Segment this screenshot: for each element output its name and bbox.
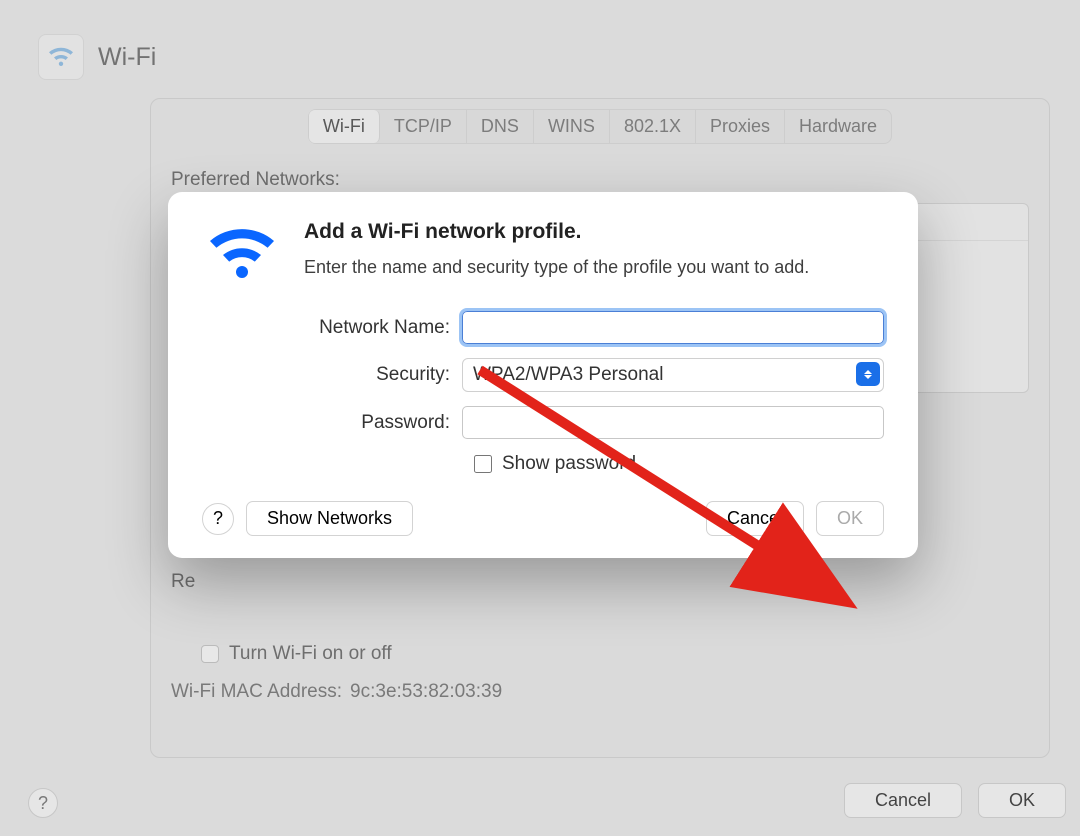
dialog-subtitle: Enter the name and security type of the … — [304, 254, 809, 280]
security-value: WPA2/WPA3 Personal — [473, 364, 663, 386]
show-password-checkbox[interactable] — [474, 455, 492, 473]
show-password-label: Show password — [502, 453, 636, 475]
password-input[interactable] — [462, 406, 884, 439]
security-label: Security: — [202, 364, 462, 386]
network-name-input[interactable] — [462, 311, 884, 344]
dialog-ok-button[interactable]: OK — [816, 501, 884, 536]
chevron-updown-icon — [856, 362, 880, 386]
add-wifi-profile-dialog: Add a Wi-Fi network profile. Enter the n… — [168, 192, 918, 558]
dialog-cancel-button[interactable]: Cancel — [706, 501, 804, 536]
dialog-help-button[interactable]: ? — [202, 503, 234, 535]
password-label: Password: — [202, 412, 462, 434]
dialog-title: Add a Wi-Fi network profile. — [304, 220, 809, 244]
show-networks-button[interactable]: Show Networks — [246, 501, 413, 536]
wifi-icon — [202, 220, 282, 289]
security-select[interactable]: WPA2/WPA3 Personal — [462, 358, 884, 392]
network-name-label: Network Name: — [202, 317, 462, 339]
